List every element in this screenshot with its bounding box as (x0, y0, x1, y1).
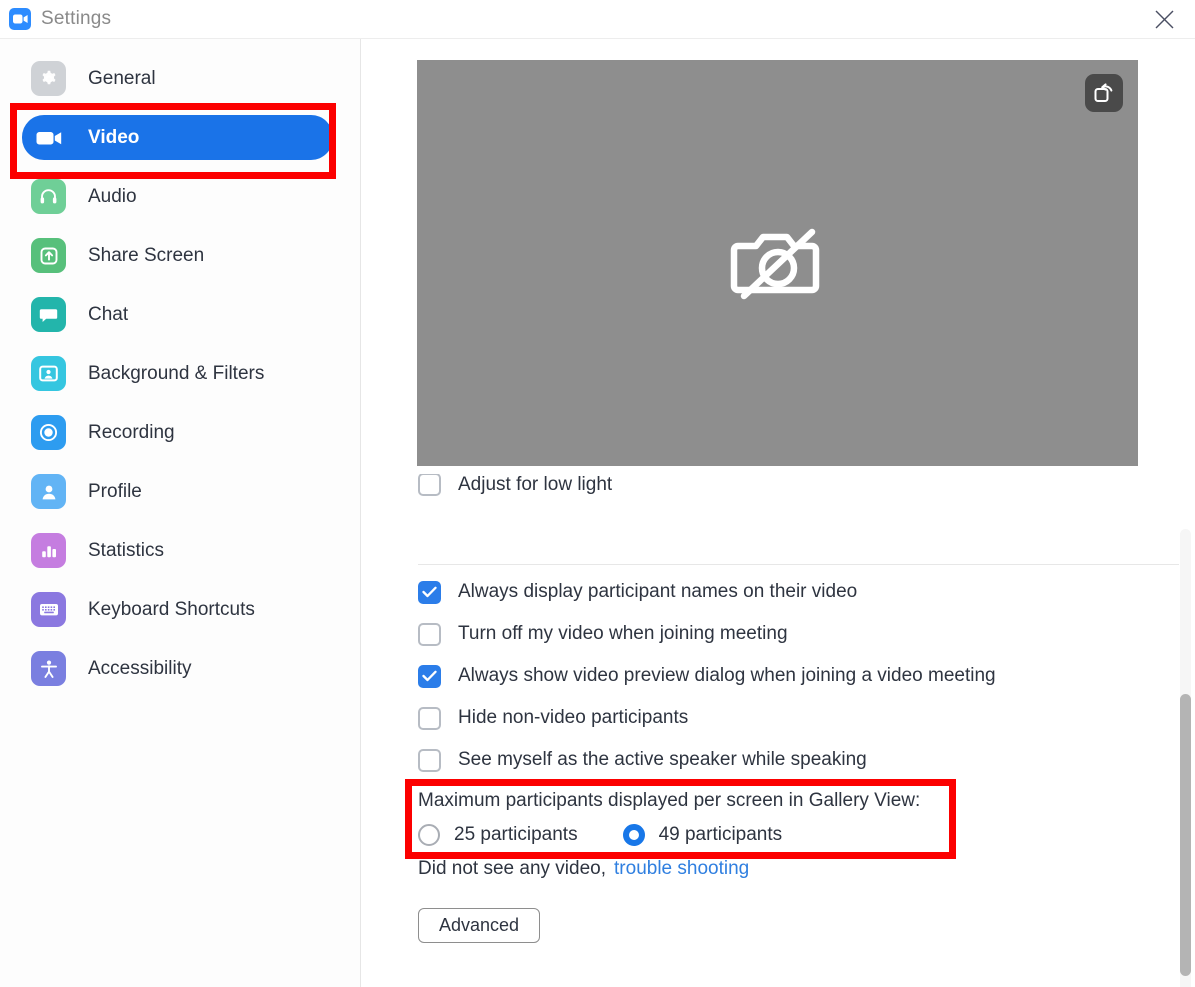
sidebar-item-label: Keyboard Shortcuts (88, 599, 255, 621)
vertical-scrollbar-thumb[interactable] (1180, 694, 1191, 976)
sidebar-item-label: Audio (88, 186, 137, 208)
video-camera-icon (31, 120, 66, 155)
option-row-adjust-low-light[interactable]: Adjust for low light (362, 474, 1195, 496)
radio-option-25-participants[interactable]: 25 participants (418, 824, 578, 846)
max-participants-radio-group: 25 participants 49 participants (362, 816, 1195, 854)
sidebar-item-label: Profile (88, 481, 142, 503)
headphones-icon (31, 179, 66, 214)
settings-main-panel: Adjust for low light Always display part… (362, 39, 1195, 987)
person-icon (31, 474, 66, 509)
checkbox-display-participant-names[interactable] (418, 581, 441, 604)
video-options-list: Adjust for low light Always display part… (362, 474, 1195, 943)
person-card-icon (31, 356, 66, 391)
radio-25-participants[interactable] (418, 824, 440, 846)
sidebar-item-background-filters[interactable]: Background & Filters (22, 351, 336, 396)
checkbox-see-myself-active-speaker[interactable] (418, 749, 441, 772)
advanced-button[interactable]: Advanced (418, 908, 540, 943)
sidebar-item-chat[interactable]: Chat (22, 292, 336, 337)
record-circle-icon (31, 415, 66, 450)
option-label: Always display participant names on thei… (458, 581, 857, 603)
troubleshoot-row: Did not see any video, trouble shooting (362, 858, 1195, 880)
section-divider (418, 564, 1179, 565)
bar-chart-icon (31, 533, 66, 568)
sidebar-item-recording[interactable]: Recording (22, 410, 336, 455)
troubleshoot-text: Did not see any video, (418, 858, 606, 880)
option-row-turn-off-video-on-join[interactable]: Turn off my video when joining meeting (362, 613, 1195, 655)
keyboard-icon (31, 592, 66, 627)
sidebar-item-label: Accessibility (88, 658, 191, 680)
rotate-camera-icon[interactable] (1085, 74, 1123, 112)
option-label: See myself as the active speaker while s… (458, 749, 867, 771)
sidebar-item-video[interactable]: Video (22, 115, 333, 160)
option-row-display-participant-names[interactable]: Always display participant names on thei… (362, 571, 1195, 613)
max-participants-setting: Maximum participants displayed per scree… (362, 785, 1195, 854)
gear-icon (31, 61, 66, 96)
sidebar-item-label: Share Screen (88, 245, 204, 267)
sidebar-item-share-screen[interactable]: Share Screen (22, 233, 336, 278)
chat-bubble-icon (31, 297, 66, 332)
sidebar-item-label: Background & Filters (88, 363, 264, 385)
camera-off-icon (417, 60, 1138, 466)
sidebar-item-profile[interactable]: Profile (22, 469, 336, 514)
sidebar-item-label: Chat (88, 304, 128, 326)
max-participants-label: Maximum participants displayed per scree… (362, 785, 1195, 816)
checkbox-show-video-preview-dialog[interactable] (418, 665, 441, 688)
sidebar: General Video Audio Sha (0, 39, 361, 987)
upload-arrow-icon (31, 238, 66, 273)
zoom-video-logo-icon (9, 8, 31, 30)
option-row-show-video-preview-dialog[interactable]: Always show video preview dialog when jo… (362, 655, 1195, 697)
sidebar-item-label: Video (88, 127, 139, 149)
sidebar-item-label: Recording (88, 422, 175, 444)
option-label: Adjust for low light (458, 474, 612, 496)
title-bar: Settings (0, 0, 1195, 39)
close-icon[interactable] (1143, 4, 1185, 34)
sidebar-item-audio[interactable]: Audio (22, 174, 336, 219)
accessibility-icon (31, 651, 66, 686)
option-label: Hide non-video participants (458, 707, 688, 729)
page-title: Settings (41, 8, 111, 30)
vertical-scrollbar-track[interactable] (1180, 529, 1191, 987)
sidebar-item-statistics[interactable]: Statistics (22, 528, 336, 573)
checkbox-hide-non-video-participants[interactable] (418, 707, 441, 730)
checkbox-turn-off-video-on-join[interactable] (418, 623, 441, 646)
sidebar-item-label: Statistics (88, 540, 164, 562)
sidebar-item-accessibility[interactable]: Accessibility (22, 646, 336, 691)
radio-option-49-participants[interactable]: 49 participants (623, 824, 783, 846)
option-label: Turn off my video when joining meeting (458, 623, 788, 645)
option-row-hide-non-video-participants[interactable]: Hide non-video participants (362, 697, 1195, 739)
sidebar-item-keyboard-shortcuts[interactable]: Keyboard Shortcuts (22, 587, 336, 632)
checkbox-adjust-low-light[interactable] (418, 474, 441, 496)
sidebar-item-label: General (88, 68, 156, 90)
radio-49-participants[interactable] (623, 824, 645, 846)
option-row-see-myself-active-speaker[interactable]: See myself as the active speaker while s… (362, 739, 1195, 781)
video-preview (417, 60, 1138, 466)
option-label: Always show video preview dialog when jo… (458, 665, 996, 687)
radio-label: 25 participants (454, 824, 578, 846)
radio-label: 49 participants (659, 824, 783, 846)
troubleshoot-link[interactable]: trouble shooting (614, 858, 749, 880)
sidebar-item-general[interactable]: General (22, 56, 336, 101)
